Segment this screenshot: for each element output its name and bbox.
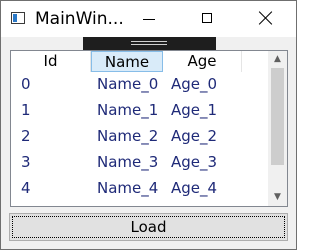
close-button[interactable] — [238, 1, 296, 37]
cell-name[interactable]: Name_0 — [97, 74, 158, 94]
main-window: MainWin... Id Name Age 0 Name_0 Age_0 1 … — [0, 0, 297, 250]
cell-age[interactable]: Age_0 — [171, 74, 217, 94]
cell-id[interactable]: 2 — [21, 126, 31, 146]
close-icon — [259, 11, 273, 25]
column-header-name[interactable]: Name — [91, 51, 163, 72]
cell-age[interactable]: Age_2 — [171, 126, 217, 146]
cell-name[interactable]: Name_1 — [97, 100, 158, 120]
column-header-filler — [242, 51, 269, 72]
column-header-age[interactable]: Age — [163, 51, 242, 72]
table-row[interactable]: 2 Name_2 Age_2 — [11, 124, 269, 150]
grid-header: Id Name Age — [11, 51, 269, 72]
cell-id[interactable]: 1 — [21, 100, 31, 120]
cell-name[interactable]: Name_2 — [97, 126, 158, 146]
runtime-debug-toolbar[interactable] — [83, 37, 216, 50]
cell-id[interactable]: 0 — [21, 74, 31, 94]
table-row[interactable]: 4 Name_4 Age_4 — [11, 176, 269, 202]
grid-rows: 0 Name_0 Age_0 1 Name_1 Age_1 2 Name_2 A… — [11, 72, 269, 202]
cell-id[interactable]: 4 — [21, 178, 31, 198]
scroll-down-icon[interactable]: ▼ — [268, 189, 287, 206]
column-header-id[interactable]: Id — [11, 51, 91, 72]
table-row[interactable]: 0 Name_0 Age_0 — [11, 72, 269, 98]
minimize-button[interactable] — [121, 1, 179, 37]
vertical-scrollbar[interactable]: ▲ ▼ — [268, 51, 287, 206]
cell-age[interactable]: Age_3 — [171, 152, 217, 172]
data-grid[interactable]: Id Name Age 0 Name_0 Age_0 1 Name_1 Age_… — [10, 50, 288, 207]
app-window-icon — [11, 12, 25, 24]
cell-name[interactable]: Name_4 — [97, 178, 158, 198]
scroll-up-icon[interactable]: ▲ — [268, 51, 287, 68]
scrollbar-thumb[interactable] — [271, 68, 284, 165]
cell-name[interactable]: Name_3 — [97, 152, 158, 172]
window-title: MainWin... — [35, 9, 124, 29]
maximize-button[interactable] — [179, 1, 237, 37]
load-button[interactable]: Load — [9, 213, 288, 241]
table-row[interactable]: 1 Name_1 Age_1 — [11, 98, 269, 124]
cell-age[interactable]: Age_4 — [171, 178, 217, 198]
maximize-icon — [202, 13, 212, 23]
table-row[interactable]: 3 Name_3 Age_3 — [11, 150, 269, 176]
toolbar-grip-icon[interactable] — [131, 41, 167, 45]
title-bar[interactable]: MainWin... — [1, 1, 296, 37]
cell-age[interactable]: Age_1 — [171, 100, 217, 120]
cell-id[interactable]: 3 — [21, 152, 31, 172]
focus-rectangle — [12, 216, 285, 238]
minimize-icon — [143, 19, 155, 20]
